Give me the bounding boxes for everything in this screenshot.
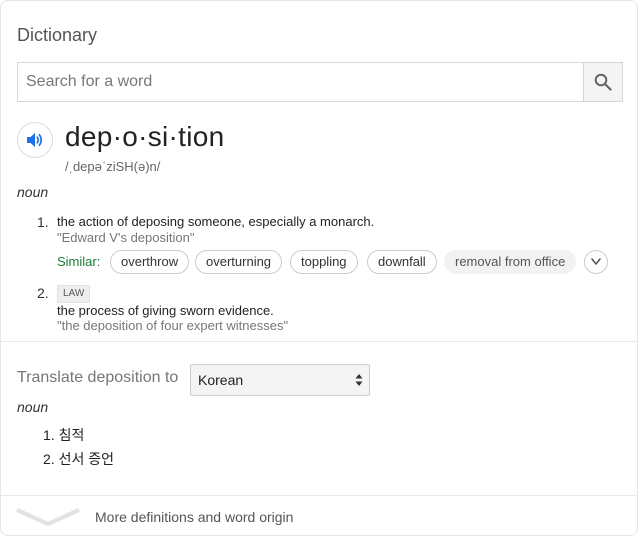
- sense-example: "Edward V's deposition": [57, 230, 195, 245]
- similar-chip-downfall[interactable]: downfall: [367, 250, 437, 274]
- similar-label: Similar:: [57, 254, 101, 269]
- dictionary-card: Dictionary Search for a word dep·o·si·ti…: [0, 0, 638, 536]
- sense-number: 1.: [37, 214, 49, 230]
- similar-chip-overturning[interactable]: overturning: [195, 250, 283, 274]
- translation-item: 1. 침적: [43, 425, 84, 445]
- search-button[interactable]: [583, 63, 622, 101]
- part-of-speech: noun: [17, 184, 49, 200]
- section-divider: [1, 341, 638, 342]
- translation-number: 1.: [43, 427, 55, 443]
- similar-chip-toppling[interactable]: toppling: [290, 250, 358, 274]
- expand-more-icon[interactable]: [15, 506, 81, 528]
- chevron-down-icon: [591, 258, 601, 265]
- select-arrows-icon: [355, 374, 363, 386]
- translation-part-of-speech: noun: [17, 399, 49, 415]
- sense-example: "the deposition of four expert witnesses…: [57, 318, 289, 333]
- headword: dep·o·si·tion: [65, 121, 225, 152]
- translation-text: 선서 증언: [58, 451, 114, 467]
- language-select[interactable]: Korean: [190, 364, 370, 396]
- card-title: Dictionary: [17, 25, 98, 45]
- domain-label: LAW: [57, 285, 91, 303]
- similar-chip-overthrow[interactable]: overthrow: [110, 250, 190, 274]
- translate-label: Translate deposition to: [17, 369, 179, 386]
- search-icon: [594, 73, 612, 91]
- pronunciation-button[interactable]: [17, 122, 53, 158]
- speaker-icon: [27, 133, 43, 147]
- search-box: Search for a word: [17, 62, 623, 102]
- more-definitions-link[interactable]: More definitions and word origin: [95, 509, 293, 525]
- sense-definition: the action of deposing someone, especial…: [57, 214, 375, 229]
- selected-language: Korean: [198, 372, 244, 388]
- translation-number: 2.: [43, 451, 55, 467]
- translation-item: 2. 선서 증언: [43, 449, 114, 469]
- phonetic-spelling: /ˌdepəˈziSH(ə)n/: [65, 159, 161, 174]
- translation-text: 침적: [58, 427, 85, 443]
- sense-definition: the process of giving sworn evidence.: [57, 303, 274, 318]
- sense-number: 2.: [37, 285, 49, 301]
- footer-divider: [1, 495, 638, 496]
- search-input[interactable]: Search for a word: [26, 73, 152, 91]
- expand-similar-button[interactable]: [584, 250, 608, 274]
- similar-chip-removal-from-office[interactable]: removal from office: [444, 250, 577, 274]
